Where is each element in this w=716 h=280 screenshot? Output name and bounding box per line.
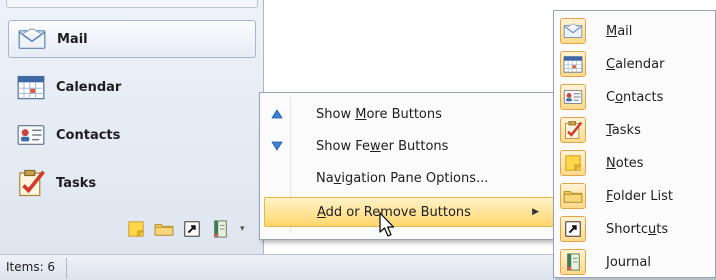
submenu-item-tasks[interactable]: Tasks — [560, 114, 712, 146]
shortcut-icon[interactable] — [182, 220, 202, 238]
submenu-item-folder-list[interactable]: Folder List — [560, 180, 712, 212]
navigation-pane: Mail Calendar Contacts Tasks ▾ — [0, 0, 264, 254]
contacts-icon — [16, 121, 46, 149]
submenu-item-journal[interactable]: Journal — [560, 246, 712, 278]
status-divider — [66, 258, 67, 278]
tasks-icon — [16, 169, 46, 197]
contacts-icon — [560, 84, 586, 110]
nav-button-tasks[interactable]: Tasks — [8, 164, 256, 202]
submenu-item-calendar[interactable]: Calendar — [560, 48, 712, 80]
nav-button-label: Mail — [57, 31, 88, 47]
nav-button-mail[interactable]: Mail — [8, 20, 256, 58]
nav-pane-options-menu: Show More Buttons Show Fewer Buttons Nav… — [259, 92, 559, 240]
arrow-up-icon — [264, 109, 290, 119]
nav-button-label: Contacts — [56, 127, 121, 143]
nav-button-label: Calendar — [56, 79, 122, 95]
calendar-icon — [560, 51, 586, 77]
menu-item-show-fewer-buttons[interactable]: Show Fewer Buttons — [264, 131, 554, 161]
journal-icon[interactable] — [210, 220, 230, 238]
folder-icon[interactable] — [154, 220, 174, 238]
menu-item-label: Show Fewer Buttons — [316, 138, 449, 154]
submenu-item-notes[interactable]: Notes — [560, 147, 712, 179]
menu-item-navigation-pane-options[interactable]: Navigation Pane Options... — [264, 163, 554, 193]
nav-button-label: Tasks — [56, 175, 97, 191]
items-count: Items: 6 — [6, 260, 56, 274]
menu-item-label: Show More Buttons — [316, 106, 442, 122]
folder-icon — [560, 183, 586, 209]
arrow-down-icon — [264, 141, 290, 151]
add-remove-buttons-submenu: Mail Calendar Contacts Tasks Notes Folde… — [553, 10, 716, 278]
calendar-icon — [16, 73, 46, 101]
menu-item-show-more-buttons[interactable]: Show More Buttons — [264, 99, 554, 129]
notes-icon[interactable] — [126, 220, 146, 238]
mouse-cursor-icon — [378, 212, 396, 242]
mail-icon — [17, 25, 47, 53]
nav-button-contacts[interactable]: Contacts — [8, 116, 256, 154]
shortcut-icon — [560, 216, 586, 242]
chevron-down-icon[interactable]: ▾ — [240, 224, 245, 234]
nav-mini-button-bar: ▾ — [126, 220, 245, 238]
notes-icon — [560, 150, 586, 176]
tasks-icon — [560, 117, 586, 143]
submenu-arrow-icon: ▶ — [532, 207, 539, 217]
menu-item-label: Navigation Pane Options... — [316, 170, 489, 186]
menu-item-add-or-remove-buttons[interactable]: Add or Remove Buttons ▶ — [264, 197, 554, 227]
mail-icon — [560, 18, 586, 44]
submenu-item-mail[interactable]: Mail — [560, 15, 712, 47]
journal-icon — [560, 249, 586, 275]
nav-pane-folder-area-edge — [6, 0, 258, 8]
submenu-item-shortcuts[interactable]: Shortcuts — [560, 213, 712, 245]
submenu-item-contacts[interactable]: Contacts — [560, 81, 712, 113]
nav-button-calendar[interactable]: Calendar — [8, 68, 256, 106]
